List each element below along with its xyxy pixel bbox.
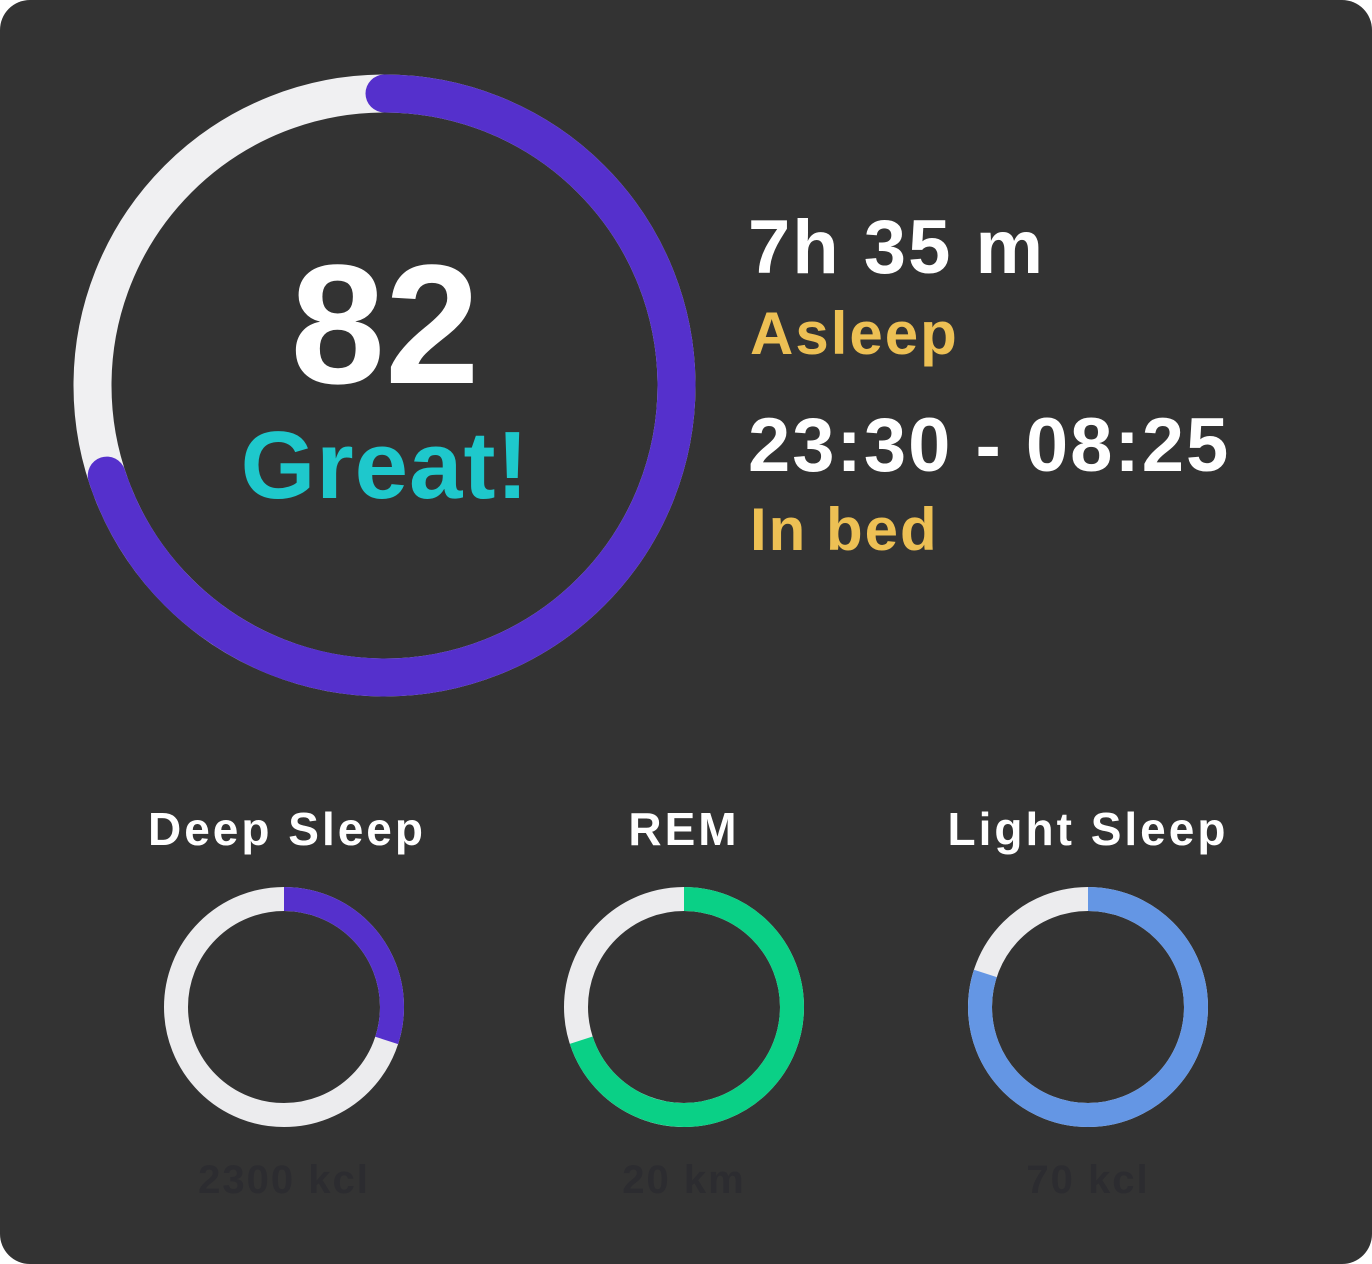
sleep-summary-card: 82 Great! 7h 35 m Asleep 23:30 - 08:25 I… [0, 0, 1372, 1264]
asleep-duration: 7h 35 m [748, 205, 1046, 290]
light-sleep-value: 70 kcl [1026, 1158, 1150, 1202]
rem-ring [564, 887, 804, 1127]
in-bed-time-range: 23:30 - 08:25 [748, 403, 1231, 488]
deep-sleep-ring [164, 887, 404, 1127]
light-sleep-title: Light Sleep [947, 803, 1229, 855]
sleep-score-value: 82 [290, 230, 480, 420]
deep-sleep-title: Deep Sleep [148, 803, 426, 855]
sleep-score-rating: Great! [240, 412, 530, 519]
in-bed-label: In bed [750, 496, 939, 563]
deep-sleep-value: 2300 kcl [198, 1158, 370, 1202]
asleep-label: Asleep [750, 300, 959, 367]
rem-value: 20 km [622, 1158, 746, 1202]
light-sleep-ring [968, 887, 1208, 1127]
rem-title: REM [628, 803, 740, 855]
